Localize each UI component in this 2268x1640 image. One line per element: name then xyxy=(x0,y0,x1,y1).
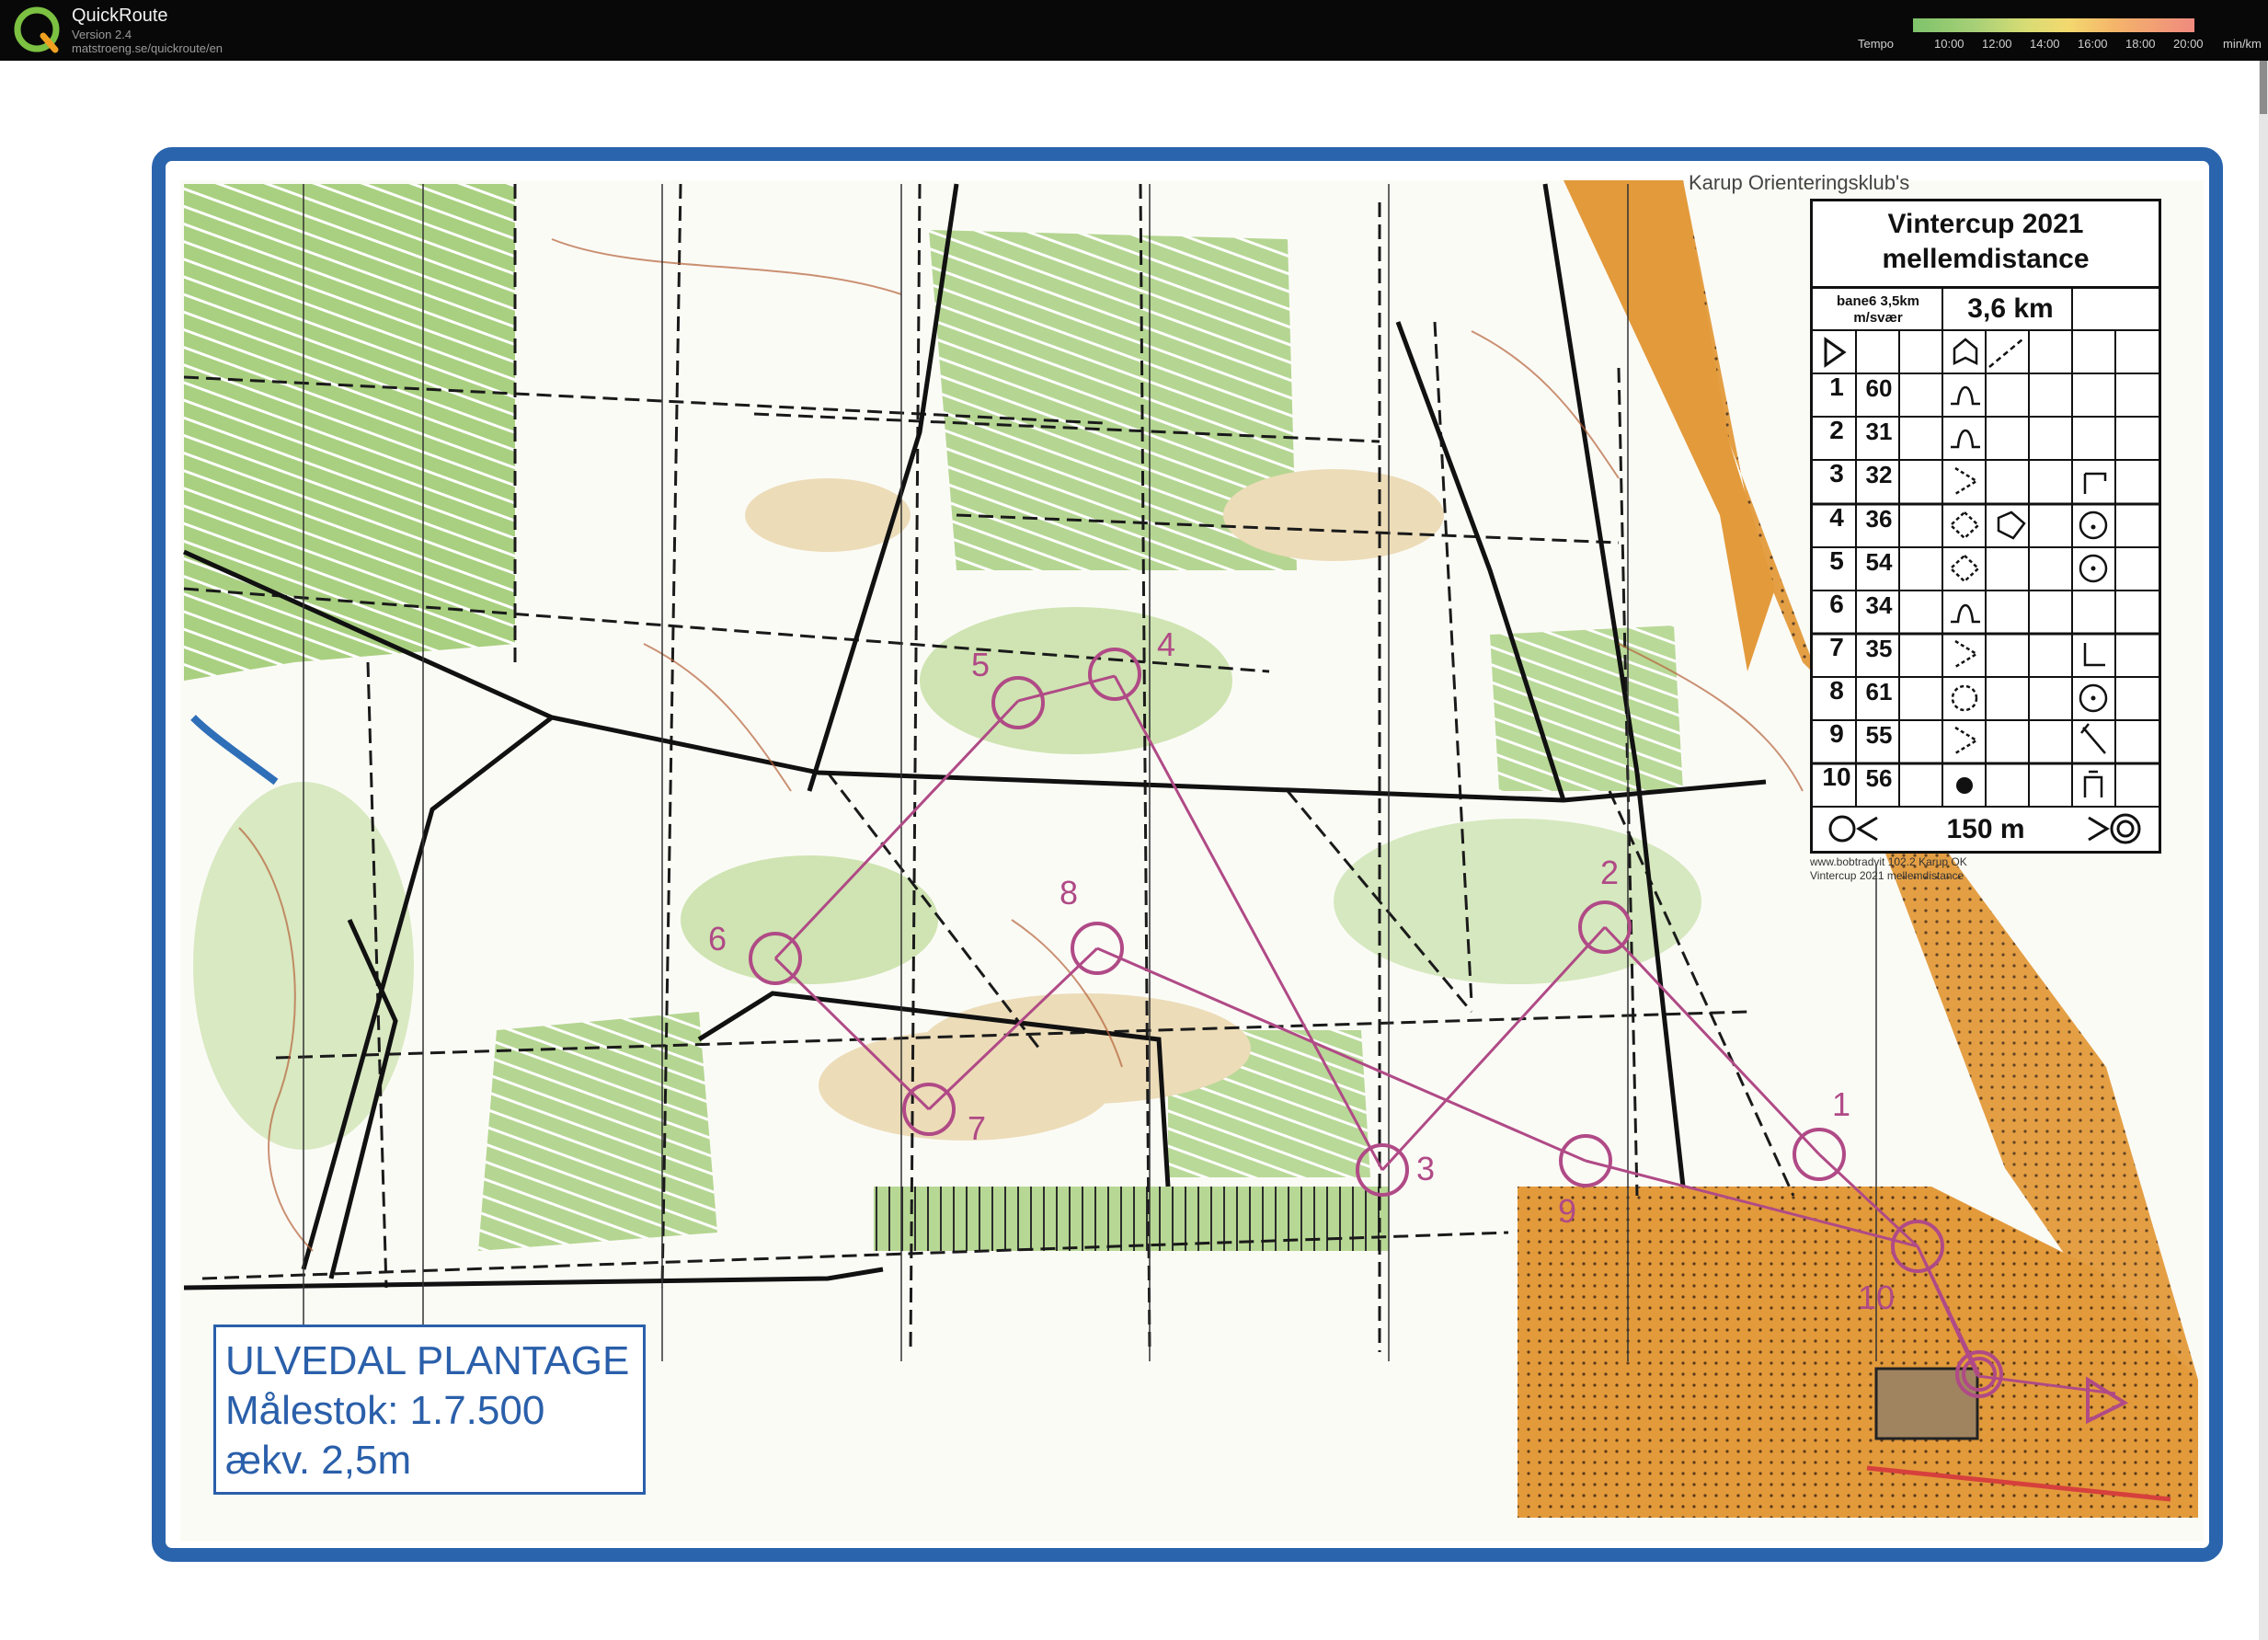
plantation-area xyxy=(1490,625,1683,791)
finish-distance: 150 m xyxy=(1946,814,2025,844)
control-code: 36 xyxy=(1865,505,1893,533)
control-description-sheet: Vintercup 2021 mellemdistance bane6 3,5k… xyxy=(1810,199,2161,854)
control-label: 10 xyxy=(1858,1279,1896,1316)
control-code: 31 xyxy=(1865,418,1893,445)
control-code: 60 xyxy=(1865,374,1893,402)
control-number: 10 xyxy=(1822,763,1851,791)
control-number: 7 xyxy=(1829,633,1844,661)
building xyxy=(1874,1367,1979,1440)
control-label: 4 xyxy=(1157,625,1176,663)
rough-open-patch xyxy=(819,1030,1113,1141)
control-code: 55 xyxy=(1865,721,1893,749)
control-code: 56 xyxy=(1865,764,1893,792)
plantation-dense xyxy=(874,1187,1389,1251)
control-label: 7 xyxy=(968,1109,987,1147)
control-number: 3 xyxy=(1829,459,1844,487)
map-name: ULVEDAL PLANTAGE xyxy=(225,1338,630,1383)
control-number: 2 xyxy=(1829,416,1844,444)
map-contour-interval: ækv. 2,5m xyxy=(225,1438,412,1483)
quickroute-window: QuickRoute Version 2.4 matstroeng.se/qui… xyxy=(0,0,2268,1640)
control-label: 3 xyxy=(1416,1150,1436,1187)
control-label: 2 xyxy=(1600,854,1620,891)
control-code: 54 xyxy=(1865,548,1893,576)
control-code: 34 xyxy=(1865,591,1893,619)
control-number: 8 xyxy=(1829,676,1844,705)
printer-credit: www.bobtradvit 102.2 Karup OK xyxy=(1810,855,1967,868)
club-credit: Karup Orienteringsklub's xyxy=(1689,171,1910,194)
rough-open-patch xyxy=(1223,469,1444,561)
control-code: 61 xyxy=(1865,678,1893,705)
map-title-box: ULVEDAL PLANTAGE Målestok: 1.7.500 ækv. … xyxy=(213,1325,646,1495)
control-label: 9 xyxy=(1558,1192,1577,1230)
map-scale: Målestok: 1.7.500 xyxy=(225,1388,545,1433)
plantation-area xyxy=(184,184,515,681)
control-code: 35 xyxy=(1865,635,1893,662)
control-label: 8 xyxy=(1060,874,1079,912)
control-number: 9 xyxy=(1829,719,1844,748)
control-number: 4 xyxy=(1829,503,1844,532)
control-code: 32 xyxy=(1865,461,1893,488)
control-number: 6 xyxy=(1829,590,1844,618)
control-number: 1 xyxy=(1829,373,1844,401)
vegetation-patch xyxy=(920,607,1232,754)
control-label: 1 xyxy=(1832,1085,1851,1123)
control-number: 5 xyxy=(1829,546,1844,575)
printer-credit: Vintercup 2021 mellemdistance xyxy=(1810,869,1964,882)
control-label: 6 xyxy=(708,920,727,958)
control-label: 5 xyxy=(971,646,991,683)
